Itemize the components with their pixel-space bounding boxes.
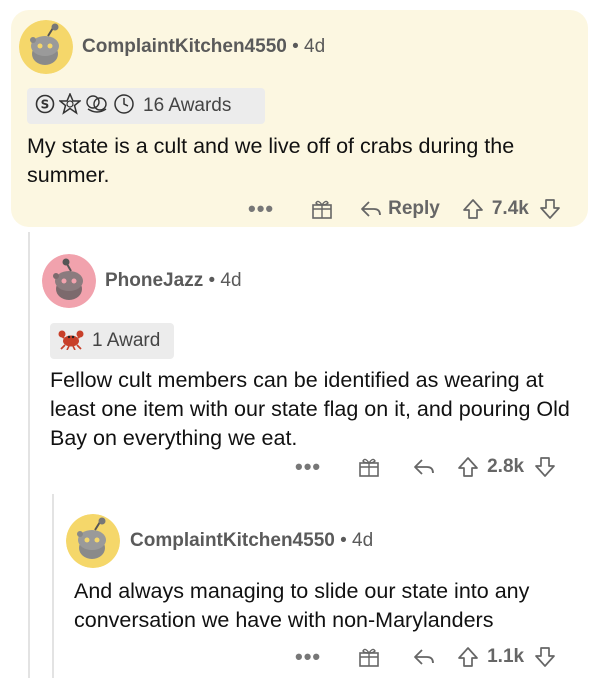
timestamp: 4d <box>352 530 374 551</box>
vote-score: 2.8k <box>487 456 525 477</box>
avatar[interactable] <box>66 514 120 568</box>
vote-score: 7.4k <box>491 198 529 219</box>
reply-button[interactable] <box>413 647 435 667</box>
comment-actions: ••• 1.1k <box>295 640 585 674</box>
reply-button[interactable]: Reply <box>360 198 440 220</box>
separator-dot: • <box>292 36 299 57</box>
reply-arrow-icon <box>414 649 435 665</box>
more-options-button[interactable]: ••• <box>295 454 321 480</box>
give-award-icon[interactable] <box>357 455 381 479</box>
reply-arrow-icon <box>414 459 435 475</box>
upvote-icon[interactable] <box>457 646 479 668</box>
hug-award-icon <box>85 93 109 120</box>
reply-button[interactable] <box>413 457 435 477</box>
comment-actions: ••• 2.8k <box>295 450 585 484</box>
comment-body: Fellow cult members can be identified as… <box>50 368 570 450</box>
downvote-icon[interactable] <box>534 646 556 668</box>
awards-count: 16 Awards <box>143 95 232 116</box>
separator-dot: • <box>340 530 347 551</box>
snoo-avatar-icon <box>66 514 120 568</box>
awards-count: 1 Award <box>92 330 161 351</box>
awards-box[interactable]: S 16 Awards <box>27 88 265 124</box>
comment-body: And always managing to slide our state i… <box>74 579 530 632</box>
timestamp: 4d <box>220 270 242 291</box>
upvote-icon[interactable] <box>462 198 484 220</box>
comment-body: My state is a cult and we live off of cr… <box>27 134 515 187</box>
svg-text:S: S <box>41 97 50 111</box>
username[interactable]: PhoneJazz • 4d <box>105 270 242 292</box>
comment-actions: ••• Reply 7.4k <box>248 192 584 226</box>
downvote-icon[interactable] <box>539 198 561 220</box>
thread-line[interactable] <box>52 494 54 678</box>
give-award-icon[interactable] <box>357 645 381 669</box>
more-options-button[interactable]: ••• <box>295 644 321 670</box>
give-award-icon[interactable] <box>310 197 334 221</box>
downvote-icon[interactable] <box>534 456 556 478</box>
snoo-avatar-icon <box>42 254 96 308</box>
thread-line[interactable] <box>28 232 30 678</box>
reply-arrow-icon <box>361 201 382 217</box>
username[interactable]: ComplaintKitchen4550 • 4d <box>82 36 325 58</box>
awards-box[interactable]: 1 Award <box>50 323 174 359</box>
timestamp: 4d <box>304 36 326 57</box>
separator-dot: • <box>208 270 216 291</box>
upvote-icon[interactable] <box>457 456 479 478</box>
crab-award-icon <box>58 328 84 355</box>
more-options-button[interactable]: ••• <box>248 196 274 222</box>
silver-award-icon: S <box>35 94 55 119</box>
avatar[interactable] <box>42 254 96 308</box>
clock-award-icon <box>113 93 135 120</box>
snoo-avatar-icon <box>19 20 73 74</box>
vote-score: 1.1k <box>487 646 525 667</box>
gold-award-icon <box>57 91 83 120</box>
avatar[interactable] <box>19 20 73 74</box>
username[interactable]: ComplaintKitchen4550 • 4d <box>130 530 373 552</box>
